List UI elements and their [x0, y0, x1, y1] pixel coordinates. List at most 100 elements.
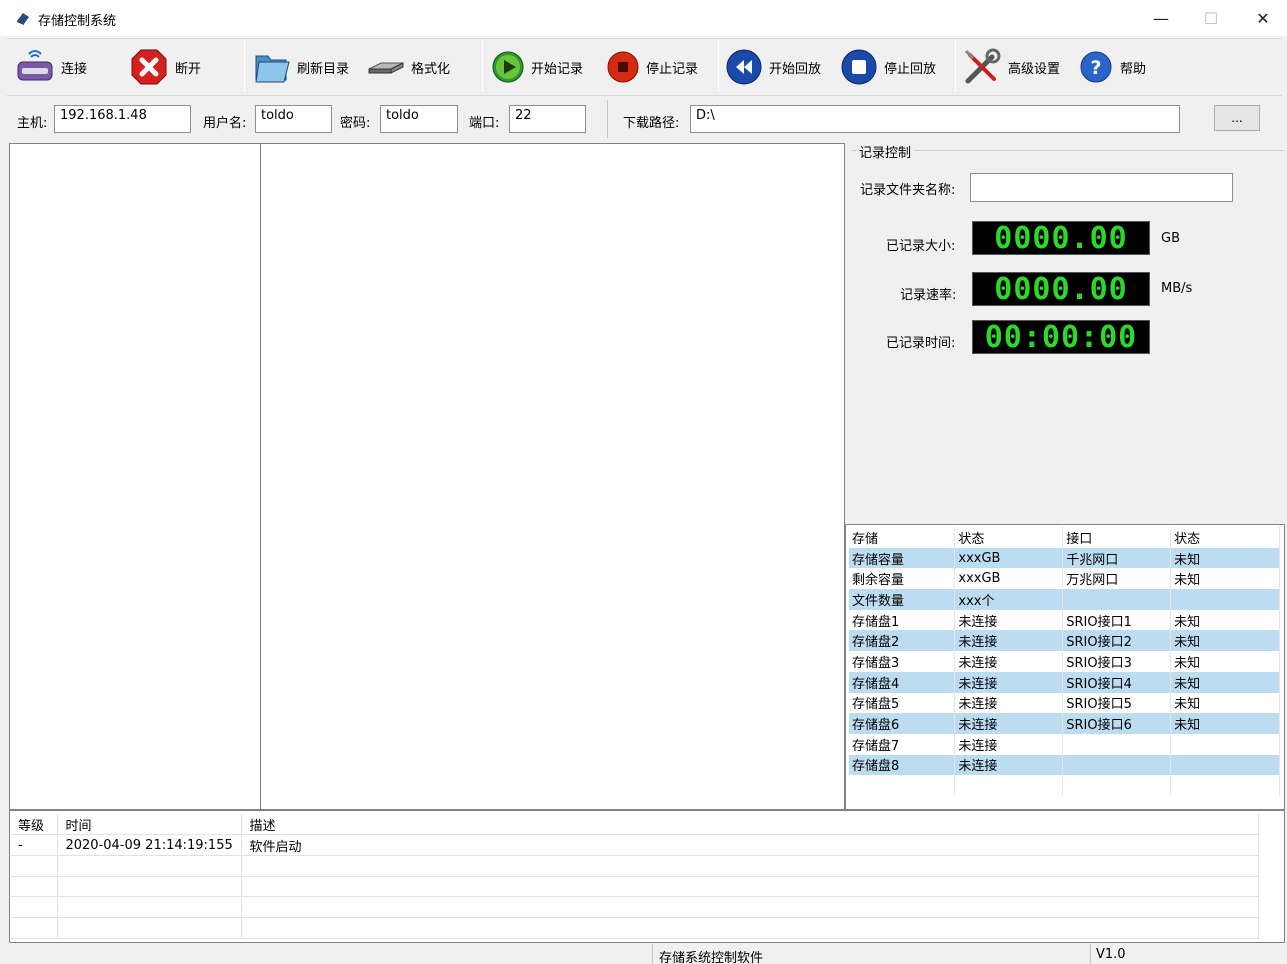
- table-row[interactable]: 存储容量 xxxGB 千兆网口 未知: [849, 547, 1280, 569]
- table-row[interactable]: 存储盘8 未连接: [849, 754, 1280, 776]
- log-row[interactable]: [11, 896, 1259, 918]
- storage-status-header[interactable]: 状态: [954, 527, 1064, 548]
- table-cell: 存储盘8: [849, 754, 956, 776]
- port-input[interactable]: 22: [509, 105, 586, 133]
- table-row[interactable]: 存储盘2 未连接 SRIO接口2 未知: [849, 630, 1280, 652]
- help-button[interactable]: ? 帮助: [1078, 45, 1146, 89]
- download-path-input[interactable]: D:\: [690, 105, 1180, 133]
- play-icon: [492, 51, 524, 83]
- storage-header[interactable]: 存储: [849, 527, 956, 548]
- minimize-button[interactable]: —: [1135, 0, 1187, 36]
- status-separator: [1090, 944, 1091, 964]
- table-cell: [954, 775, 1064, 796]
- download-path-label: 下载路径:: [623, 116, 680, 131]
- refresh-button[interactable]: 刷新目录: [253, 45, 349, 89]
- status-bar: 存储系统控制软件 V1.0: [7, 944, 1282, 964]
- advanced-settings-button[interactable]: 高级设置: [962, 45, 1060, 89]
- toolbar-separator: [244, 41, 245, 93]
- recorded-size-unit: GB: [1161, 231, 1180, 246]
- password-input[interactable]: toldo: [380, 105, 458, 133]
- svg-text:?: ?: [1090, 57, 1101, 79]
- table-cell: [849, 775, 956, 796]
- toolbar-separator: [482, 41, 483, 93]
- interface-header[interactable]: 接口: [1062, 527, 1172, 548]
- close-button[interactable]: ✕: [1237, 0, 1287, 36]
- disconnect-button[interactable]: 断开: [129, 45, 201, 89]
- table-cell: SRIO接口2: [1062, 630, 1172, 652]
- table-cell: 万兆网口: [1062, 568, 1172, 590]
- table-row[interactable]: 存储盘1 未连接 SRIO接口1 未知: [849, 609, 1280, 631]
- table-cell: 存储容量: [849, 547, 956, 569]
- disconnect-label: 断开: [175, 61, 202, 77]
- table-row[interactable]: 存储盘3 未连接 SRIO接口3 未知: [849, 651, 1280, 672]
- table-cell: SRIO接口5: [1062, 692, 1172, 714]
- log-row[interactable]: - 2020-04-09 21:14:19:155 软件启动: [11, 834, 1259, 856]
- table-cell: 剩余容量: [849, 568, 956, 590]
- table-row[interactable]: 存储盘5 未连接 SRIO接口5 未知: [849, 692, 1280, 714]
- app-window: 存储控制系统 — ☐ ✕ 连接 断开 刷新目录 格式化 开始记录 停止记录 开始…: [0, 0, 1287, 964]
- connect-label: 连接: [61, 61, 88, 77]
- table-cell: [1170, 733, 1280, 755]
- stop-record-button[interactable]: 停止记录: [606, 45, 698, 89]
- status-app-name: 存储系统控制软件: [659, 951, 764, 964]
- file-list-panel[interactable]: [260, 143, 845, 810]
- table-cell: SRIO接口1: [1062, 609, 1172, 631]
- table-cell: [1062, 754, 1172, 776]
- log-row[interactable]: [11, 855, 1259, 877]
- tools-icon: [964, 48, 1001, 84]
- table-cell: SRIO接口6: [1062, 713, 1172, 734]
- stop-playback-button[interactable]: 停止回放: [840, 45, 936, 89]
- maximize-button[interactable]: ☐: [1185, 0, 1237, 36]
- stop-playback-icon: [841, 49, 877, 85]
- password-label: 密码:: [340, 116, 371, 131]
- directory-tree-panel[interactable]: [9, 143, 261, 810]
- folder-icon: [255, 55, 290, 83]
- log-level-header[interactable]: 等级: [11, 814, 59, 836]
- table-cell: 未知: [1170, 609, 1280, 631]
- table-cell: [1062, 775, 1172, 796]
- table-row[interactable]: 剩余容量 xxxGB 万兆网口 未知: [849, 568, 1280, 590]
- table-row[interactable]: 存储盘6 未连接 SRIO接口6 未知: [849, 713, 1280, 734]
- folder-name-input[interactable]: [970, 173, 1233, 202]
- start-record-button[interactable]: 开始记录: [491, 45, 583, 89]
- log-time-header[interactable]: 时间: [57, 814, 243, 836]
- log-row[interactable]: [11, 917, 1259, 939]
- table-cell: [1170, 754, 1280, 776]
- table-cell: 未连接: [954, 713, 1064, 734]
- table-row[interactable]: [849, 775, 1280, 796]
- start-playback-button[interactable]: 开始回放: [725, 45, 821, 89]
- table-cell: 未知: [1170, 651, 1280, 672]
- table-cell: xxx个: [954, 589, 1064, 610]
- log-time-cell: 2020-04-09 21:14:19:155: [57, 834, 243, 856]
- connection-bar: 主机: 192.168.1.48 用户名: toldo 密码: toldo 端口…: [7, 98, 1282, 140]
- log-header-row: 等级 时间 描述: [11, 814, 1259, 836]
- table-row[interactable]: 存储盘7 未连接: [849, 733, 1280, 755]
- table-row[interactable]: 文件数量 xxx个: [849, 589, 1280, 610]
- recorded-size-label: 已记录大小:: [886, 239, 956, 254]
- recorded-size-display: 0000.00: [972, 221, 1150, 256]
- connection-separator: [607, 100, 608, 138]
- log-description-header[interactable]: 描述: [241, 814, 1259, 836]
- log-description-cell: 软件启动: [241, 834, 1259, 856]
- table-cell: 存储盘7: [849, 733, 956, 755]
- table-cell: [1062, 733, 1172, 755]
- connect-button[interactable]: 连接: [15, 45, 87, 89]
- browse-button[interactable]: ...: [1214, 105, 1260, 131]
- table-cell: 存储盘5: [849, 692, 956, 714]
- log-level-cell: -: [11, 834, 59, 856]
- format-button[interactable]: 格式化: [367, 45, 450, 89]
- refresh-label: 刷新目录: [297, 61, 350, 77]
- log-row[interactable]: [11, 876, 1259, 898]
- toolbar-separator: [718, 41, 719, 93]
- table-row[interactable]: 存储盘4 未连接 SRIO接口4 未知: [849, 671, 1280, 693]
- host-input[interactable]: 192.168.1.48: [54, 105, 191, 133]
- app-icon: [17, 13, 29, 25]
- table-cell: xxxGB: [954, 568, 1064, 590]
- port-label: 端口:: [469, 116, 500, 131]
- folder-name-label: 记录文件夹名称:: [860, 183, 956, 198]
- disconnect-icon: [131, 49, 167, 85]
- table-cell: [1170, 775, 1280, 796]
- table-cell: 未连接: [954, 609, 1064, 631]
- username-input[interactable]: toldo: [255, 105, 332, 133]
- interface-status-header[interactable]: 状态: [1170, 527, 1280, 548]
